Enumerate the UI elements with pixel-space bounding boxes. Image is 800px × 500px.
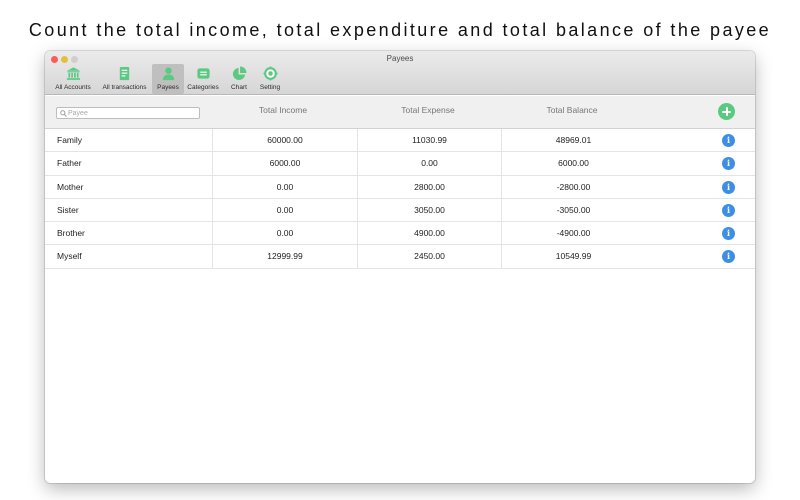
document-icon — [119, 66, 130, 81]
toolbar: All Accounts All transactions Payees Cat… — [49, 64, 284, 94]
toolbar-label: Categories — [187, 84, 219, 91]
table-row[interactable]: Father 6000.00 0.00 6000.00 i — [45, 152, 755, 176]
info-icon[interactable]: i — [722, 250, 735, 264]
payee-balance: -4900.00 — [556, 228, 591, 239]
info-icon[interactable]: i — [722, 134, 735, 147]
pie-chart-icon — [232, 66, 246, 81]
toolbar-all-transactions-button[interactable]: All transactions — [97, 64, 152, 94]
payee-search-input[interactable] — [68, 108, 198, 118]
payee-expense: 0.00 — [421, 158, 438, 169]
column-header-total-income[interactable]: Total Income — [213, 105, 353, 115]
table-row[interactable]: Sister 0.00 3050.00 -3050.00 i — [45, 198, 755, 223]
app-window: Payees All Accounts All transactions Pay… — [45, 51, 755, 483]
caption-text: Count the total income, total expenditur… — [28, 20, 772, 40]
table-row[interactable]: Brother 0.00 4900.00 -4900.00 i — [45, 222, 755, 246]
category-icon — [196, 68, 210, 79]
payee-expense: 2450.00 — [414, 251, 445, 262]
info-icon[interactable]: i — [722, 157, 735, 171]
window-title: Payees — [386, 54, 414, 63]
add-payee-button[interactable] — [718, 103, 735, 120]
search-icon — [60, 110, 67, 117]
info-icon[interactable]: i — [722, 227, 735, 241]
payee-income: 60000.00 — [267, 135, 303, 145]
payee-expense: 11030.99 — [412, 135, 447, 145]
payee-table: Family 60000.00 11030.99 48969.01 i Fath… — [45, 129, 755, 269]
payee-expense: 2800.00 — [414, 181, 445, 192]
payee-name: Father — [57, 158, 82, 169]
column-header-total-balance[interactable]: Total Balance — [502, 105, 642, 115]
table-row[interactable]: Myself 12999.99 2450.00 10549.99 i — [45, 245, 755, 269]
payee-balance: -3050.00 — [556, 204, 591, 215]
info-icon[interactable]: i — [722, 203, 735, 217]
payee-balance: 10549.99 — [555, 251, 592, 262]
payee-name: Mother — [57, 181, 84, 192]
table-row[interactable]: Family 60000.00 11030.99 48969.01 i — [45, 129, 755, 153]
payee-balance: 48969.01 — [555, 135, 592, 145]
table-row[interactable]: Mother 0.00 2800.00 -2800.00 i — [45, 175, 755, 199]
payee-income: 12999.99 — [267, 251, 303, 262]
toolbar-chart-button[interactable]: Chart — [222, 64, 256, 94]
payee-income: 0.00 — [276, 204, 294, 215]
toolbar-label: Payees — [157, 84, 179, 91]
payee-name: Brother — [57, 228, 85, 239]
payee-income: 6000.00 — [269, 158, 301, 169]
info-icon[interactable]: i — [722, 180, 735, 194]
toolbar-setting-button[interactable]: Setting — [256, 64, 284, 94]
person-icon — [162, 67, 174, 81]
toolbar-all-accounts-button[interactable]: All Accounts — [49, 64, 97, 94]
table-header: Total Income Total Expense Total Balance — [45, 96, 755, 129]
payee-income: 0.00 — [276, 228, 294, 239]
payee-search-box[interactable] — [56, 107, 200, 119]
payee-expense: 3050.00 — [414, 204, 445, 215]
payee-income: 0.00 — [276, 181, 294, 192]
toolbar-categories-button[interactable]: Categories — [184, 64, 222, 94]
gear-icon — [262, 66, 278, 81]
payee-expense: 4900.00 — [414, 228, 445, 239]
toolbar-label: Chart — [231, 84, 247, 91]
payee-name: Myself — [57, 251, 82, 262]
toolbar-label: All Accounts — [55, 84, 91, 91]
column-header-total-expense[interactable]: Total Expense — [358, 105, 498, 115]
payee-name: Family — [57, 135, 83, 145]
payee-balance: -2800.00 — [556, 181, 591, 192]
bank-icon — [66, 67, 80, 80]
payee-name: Sister — [57, 204, 79, 215]
payee-balance: 6000.00 — [558, 158, 589, 169]
toolbar-label: All transactions — [102, 84, 147, 91]
toolbar-payees-button[interactable]: Payees — [152, 64, 184, 94]
title-bar: Payees All Accounts All transactions Pay… — [45, 51, 755, 95]
toolbar-label: Setting — [259, 84, 281, 91]
